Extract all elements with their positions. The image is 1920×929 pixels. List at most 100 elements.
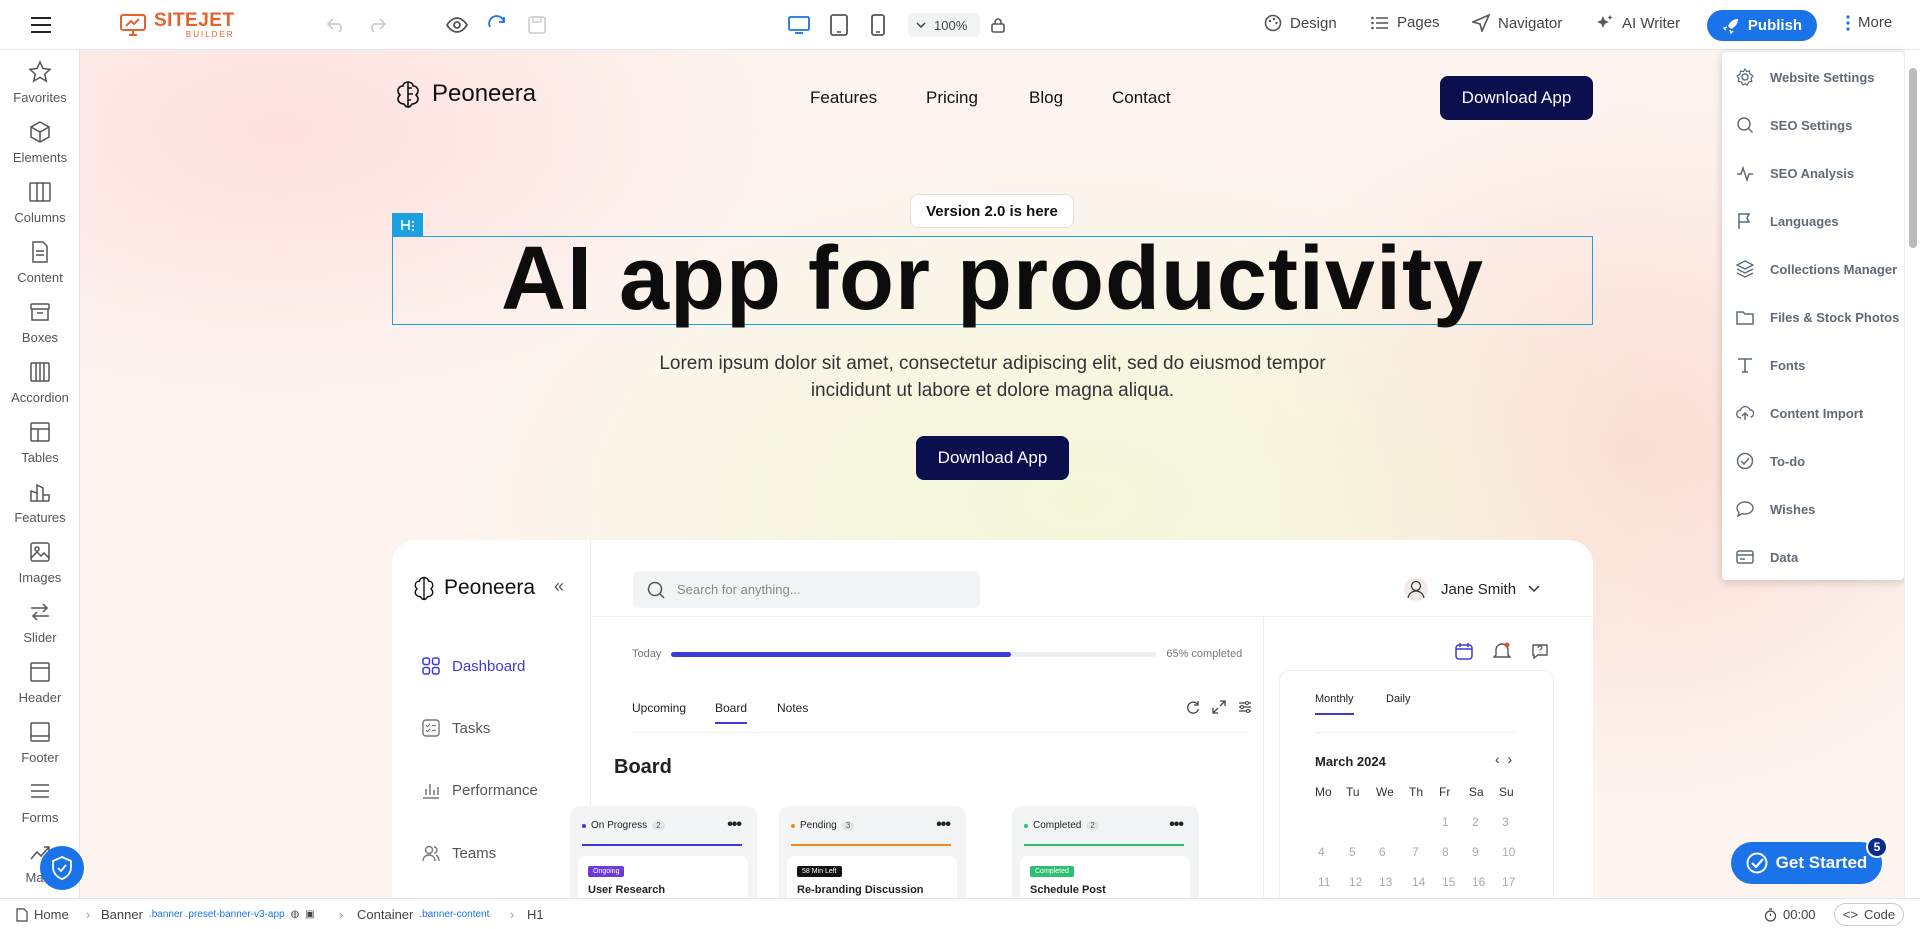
publish-button[interactable]: Publish	[1707, 10, 1817, 41]
save-icon[interactable]	[525, 13, 549, 37]
globe-icon: ◍	[290, 909, 300, 920]
breadcrumb-banner[interactable]: Banner .banner .preset-banner-v3-app ◍ ▣	[101, 907, 315, 922]
app-tab-notes: Notes	[777, 701, 809, 715]
app-side-label: Dashboard	[452, 657, 526, 675]
calendar-day: 16	[1472, 875, 1486, 889]
timer-value: 00:00	[1783, 907, 1816, 922]
desktop-view-icon[interactable]	[787, 13, 811, 37]
gear-icon	[1736, 68, 1754, 86]
sidebar-item-footer[interactable]: Footer	[0, 720, 79, 765]
hamburger-menu-icon[interactable]	[28, 13, 54, 37]
lock-icon[interactable]	[986, 13, 1010, 37]
monitor-logo-icon	[120, 14, 146, 36]
stopwatch-icon	[1764, 907, 1777, 922]
sitejet-logo[interactable]: SITEJET BUILDER	[120, 10, 235, 40]
tablet-view-icon[interactable]	[827, 13, 851, 37]
preview-eye-icon[interactable]	[445, 13, 469, 37]
mobile-view-icon[interactable]	[866, 13, 890, 37]
sidebar-item-images[interactable]: Images	[0, 540, 79, 585]
get-started-button[interactable]: Get Started	[1731, 842, 1882, 884]
nav-blog[interactable]: Blog	[1029, 88, 1063, 108]
nav-contact[interactable]: Contact	[1112, 88, 1171, 108]
zoom-select[interactable]: 100%	[908, 13, 980, 37]
chat-icon	[1736, 501, 1754, 518]
more-menu-website-settings[interactable]: Website Settings	[1736, 68, 1875, 86]
sidebar-item-boxes[interactable]: Boxes	[0, 300, 79, 345]
sidebar-item-features[interactable]: Features	[0, 480, 79, 525]
status-dot-icon	[1024, 823, 1028, 828]
app-search-box: Search for anything...	[633, 571, 980, 608]
breadcrumb-h1[interactable]: H1	[527, 907, 544, 922]
vertical-scrollbar[interactable]	[1904, 50, 1920, 898]
app-side-tasks: Tasks	[422, 719, 490, 737]
app-progress: Today 65% completed	[632, 648, 1242, 660]
nav-features[interactable]: Features	[810, 88, 877, 108]
search-icon	[1737, 117, 1754, 134]
zoom-value: 100%	[934, 17, 968, 33]
scrollbar-thumb[interactable]	[1909, 68, 1917, 248]
pages-button[interactable]: Pages	[1371, 14, 1440, 31]
sidebar-item-header[interactable]: Header	[0, 660, 79, 705]
status-dot-icon	[791, 823, 795, 828]
more-menu-seo-settings[interactable]: SEO Settings	[1736, 116, 1852, 134]
breadcrumb-home-label: Home	[34, 907, 69, 922]
design-button[interactable]: Design	[1264, 14, 1337, 32]
hero-subtitle[interactable]: Lorem ipsum dolor sit amet, consectetur …	[640, 350, 1345, 404]
ai-writer-button[interactable]: AI Writer	[1596, 14, 1680, 32]
sidebar-item-forms[interactable]: Forms	[0, 780, 79, 825]
sidebar-item-tables[interactable]: Tables	[0, 420, 79, 465]
elements-sidebar: Favorites Elements Columns Content Boxes Acco…	[0, 50, 80, 898]
bell-icon	[1493, 642, 1511, 660]
sidebar-item-content[interactable]: Content	[0, 240, 79, 285]
more-menu-label: SEO Analysis	[1770, 165, 1855, 181]
download-app-button-header[interactable]: Download App	[1440, 76, 1593, 120]
more-menu-content-import[interactable]: Content Import	[1736, 404, 1863, 422]
more-menu-seo-analysis[interactable]: SEO Analysis	[1736, 164, 1854, 182]
calendar-month: March 2024	[1315, 754, 1386, 769]
progress-label: Today	[632, 648, 662, 660]
code-brackets-icon: <>	[1842, 907, 1859, 922]
breadcrumb-home[interactable]: Home	[16, 907, 69, 922]
calendar-day: 2	[1472, 815, 1479, 829]
breadcrumb-container[interactable]: Container .banner-content	[357, 907, 489, 922]
calendar-mode-daily: Daily	[1386, 693, 1411, 705]
calendar-day: 10	[1502, 845, 1516, 859]
refresh-icon[interactable]	[485, 13, 509, 37]
kebab-menu-icon	[1846, 14, 1850, 31]
redo-icon[interactable]	[365, 13, 389, 37]
image-icon: ▣	[305, 909, 315, 920]
page-headline[interactable]: AI app for productivity	[392, 228, 1593, 331]
more-menu-to-do[interactable]: To-do	[1736, 452, 1805, 470]
more-button[interactable]: More	[1846, 14, 1892, 31]
more-menu-collections-manager[interactable]: Collections Manager	[1736, 260, 1897, 278]
download-app-button-hero[interactable]: Download App	[916, 436, 1069, 480]
brain-logo-icon	[397, 81, 419, 108]
version-badge[interactable]: Version 2.0 is here	[910, 194, 1074, 228]
code-button[interactable]: <> Code	[1834, 903, 1904, 926]
sidebar-item-slider[interactable]: Slider	[0, 600, 79, 645]
more-menu-fonts[interactable]: Fonts	[1736, 356, 1805, 374]
navigator-button[interactable]: Navigator	[1472, 14, 1562, 32]
document-icon	[16, 907, 28, 922]
nav-pricing[interactable]: Pricing	[926, 88, 978, 108]
sidebar-item-columns[interactable]: Columns	[0, 180, 79, 225]
forms-icon	[31, 784, 49, 798]
more-menu-wishes[interactable]: Wishes	[1736, 500, 1815, 518]
more-menu-languages[interactable]: Languages	[1736, 212, 1839, 230]
undo-icon[interactable]	[324, 13, 348, 37]
more-menu-files-stock-photos[interactable]: Files & Stock Photos	[1736, 308, 1899, 326]
site-logo[interactable]: Peoneera	[392, 78, 536, 110]
help-chat-icon	[1531, 642, 1549, 660]
avatar	[1404, 577, 1428, 601]
progress-bar	[671, 651, 1157, 657]
app-mockup: Peoneera « Dashboard Tasks Performance T…	[392, 540, 1593, 898]
sidebar-item-label: Forms	[21, 810, 59, 825]
sidebar-item-accordion[interactable]: Accordion	[0, 360, 79, 405]
navigation-arrow-icon	[1472, 14, 1490, 32]
task-card: Ongoing User Research	[578, 856, 748, 898]
more-menu-data[interactable]: Data	[1736, 548, 1798, 566]
app-search-placeholder: Search for anything...	[677, 582, 801, 597]
sidebar-item-elements[interactable]: Elements	[0, 120, 79, 165]
sidebar-item-favorites[interactable]: Favorites	[0, 60, 79, 105]
privacy-shield-button[interactable]	[40, 846, 84, 890]
